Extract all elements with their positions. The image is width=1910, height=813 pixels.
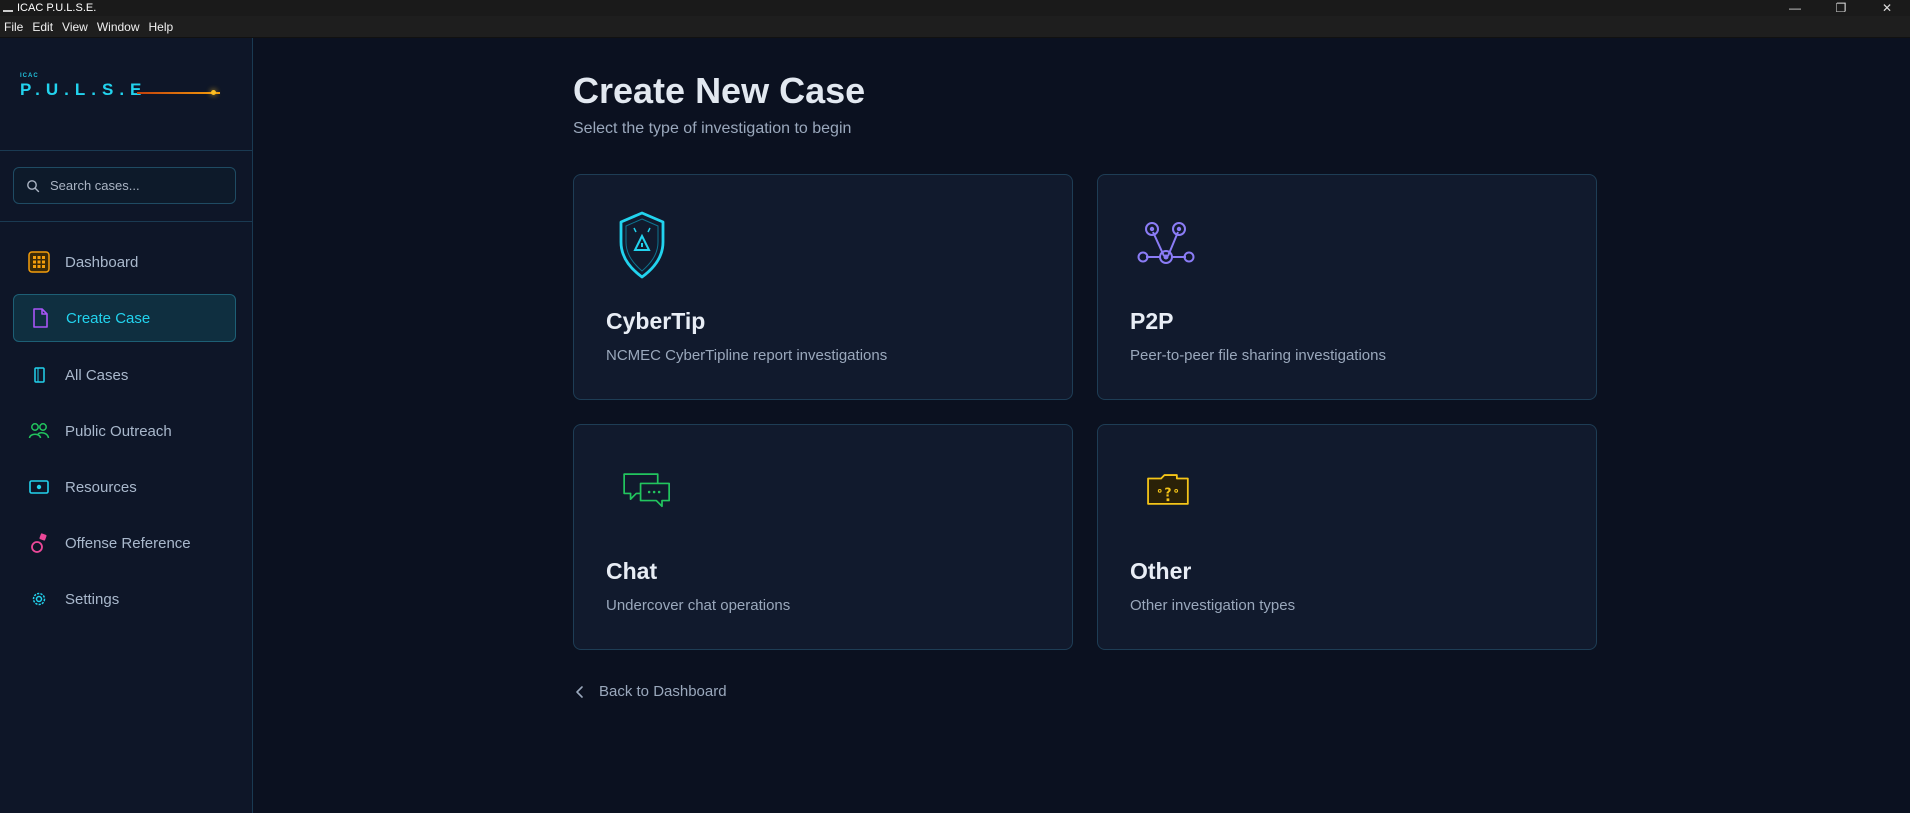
folder-question-icon: ?	[1147, 474, 1189, 505]
card-title: P2P	[1130, 308, 1174, 334]
chat-icon	[623, 473, 670, 508]
menu-window[interactable]: Window	[97, 20, 140, 34]
chevron-left-icon	[576, 685, 583, 698]
maximize-button[interactable]: ❐	[1818, 0, 1864, 16]
sidebar-item-label: All Cases	[65, 366, 129, 384]
back-link-label: Back to Dashboard	[599, 683, 727, 700]
title-bar: ICAC P.U.L.S.E. — ❐ ✕	[0, 0, 1910, 16]
page-title: Create New Case	[573, 70, 866, 111]
sidebar-item-settings[interactable]: Settings	[13, 575, 236, 623]
card-description: Peer-to-peer file sharing investigations	[1130, 347, 1386, 364]
network-icon	[1137, 222, 1195, 264]
app-icon	[3, 4, 13, 12]
sidebar-divider	[0, 150, 253, 151]
sidebar-item-public-outreach[interactable]: Public Outreach	[13, 407, 236, 455]
logo-pulse-line	[137, 92, 220, 94]
sidebar-item-all-cases[interactable]: All Cases	[13, 351, 236, 399]
search-box[interactable]	[13, 167, 236, 204]
sidebar-item-label: Dashboard	[65, 253, 139, 271]
logo[interactable]: ICAC P.U.L.S.E	[20, 73, 220, 113]
logo-main-text: P.U.L.S.E	[20, 80, 148, 99]
sidebar-item-label: Resources	[65, 478, 137, 496]
case-type-card-cybertip[interactable]: CyberTip NCMEC CyberTipline report inves…	[573, 174, 1073, 400]
sidebar-item-label: Offense Reference	[65, 534, 191, 552]
resources-icon	[28, 476, 50, 498]
people-icon	[28, 420, 50, 442]
sidebar-item-offense-reference[interactable]: Offense Reference	[13, 519, 236, 567]
menu-edit[interactable]: Edit	[32, 20, 53, 34]
case-type-card-other[interactable]: ? Other Other investigation types	[1097, 424, 1597, 650]
back-to-dashboard-link[interactable]: Back to Dashboard	[573, 683, 727, 700]
search-input[interactable]	[50, 178, 220, 193]
close-button[interactable]: ✕	[1864, 0, 1910, 16]
card-description: Other investigation types	[1130, 597, 1296, 614]
card-description: NCMEC CyberTipline report investigations	[606, 347, 888, 364]
sidebar-item-resources[interactable]: Resources	[13, 463, 236, 511]
case-type-card-chat[interactable]: Chat Undercover chat operations	[573, 424, 1073, 650]
grid-icon	[28, 251, 50, 273]
menu-view[interactable]: View	[62, 20, 88, 34]
menu-bar: File Edit View Window Help	[0, 16, 1910, 38]
gear-icon	[28, 588, 50, 610]
shield-icon	[619, 211, 665, 279]
logo-small-text: ICAC	[20, 73, 39, 79]
main-content: Create New Case Select the type of inves…	[254, 38, 1910, 813]
card-title: Chat	[606, 558, 658, 584]
card-title: CyberTip	[606, 308, 706, 334]
menu-help[interactable]: Help	[149, 20, 174, 34]
menu-file[interactable]: File	[4, 20, 23, 34]
window-title: ICAC P.U.L.S.E.	[17, 2, 97, 14]
sidebar-item-label: Settings	[65, 590, 120, 608]
window-controls: — ❐ ✕	[1772, 0, 1910, 16]
case-type-card-p2p[interactable]: P2P Peer-to-peer file sharing investigat…	[1097, 174, 1597, 400]
minimize-button[interactable]: —	[1772, 0, 1818, 16]
folder-icon	[28, 364, 50, 386]
svg-text:?: ?	[1164, 485, 1171, 499]
alert-icon	[28, 532, 50, 554]
search-icon	[27, 179, 40, 192]
card-description: Undercover chat operations	[606, 597, 791, 614]
sidebar-divider	[0, 221, 253, 222]
logo-pulse-dot	[211, 90, 216, 95]
sidebar-item-label: Create Case	[66, 309, 151, 327]
card-title: Other	[1130, 558, 1192, 584]
document-icon	[29, 307, 51, 329]
sidebar-item-create-case[interactable]: Create Case	[13, 294, 236, 342]
sidebar-item-label: Public Outreach	[65, 422, 172, 440]
sidebar-item-dashboard[interactable]: Dashboard	[13, 238, 236, 286]
page-subtitle: Select the type of investigation to begi…	[573, 120, 852, 137]
sidebar: ICAC P.U.L.S.E Dashboard	[0, 38, 253, 813]
